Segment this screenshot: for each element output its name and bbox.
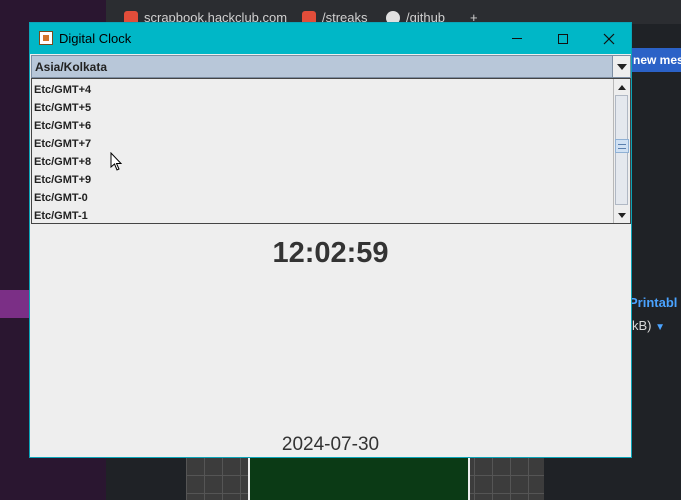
background-accent (0, 290, 30, 318)
timezone-combobox[interactable]: Asia/Kolkata (31, 55, 631, 78)
close-icon (603, 33, 615, 44)
timezone-option[interactable]: Etc/GMT+5 (32, 99, 614, 117)
timezone-option[interactable]: Etc/GMT+9 (32, 171, 614, 189)
scroll-down-button[interactable] (614, 207, 630, 223)
clock-time: 12:02:59 (272, 237, 389, 269)
maximize-button[interactable] (540, 23, 586, 54)
clock-date: 2024-07-30 (281, 434, 380, 455)
timezone-options: Etc/GMT+4 Etc/GMT+5 Etc/GMT+6 Etc/GMT+7 … (32, 79, 614, 223)
combobox-arrow-button[interactable] (612, 56, 630, 77)
scroll-up-button[interactable] (614, 79, 630, 95)
background-image-card (248, 457, 470, 500)
chevron-up-icon (618, 84, 626, 90)
timezone-dropdown-list: Etc/GMT+4 Etc/GMT+5 Etc/GMT+6 Etc/GMT+7 … (31, 78, 631, 224)
timezone-option[interactable]: Etc/GMT-0 (32, 189, 614, 207)
minimize-button[interactable] (494, 23, 540, 54)
background-link[interactable]: Printabl (629, 295, 677, 310)
digital-clock-window: Digital Clock Asia/Kolkata Etc/GMT+4 Etc… (29, 22, 632, 458)
chevron-down-icon (616, 63, 627, 70)
timezone-selected-value: Asia/Kolkata (35, 60, 108, 74)
close-button[interactable] (586, 23, 632, 54)
timezone-option[interactable]: Etc/GMT+7 (32, 135, 614, 153)
scrollbar-thumb[interactable] (615, 139, 629, 153)
window-title: Digital Clock (59, 31, 132, 46)
background-browser-tabs: scrapbook.hackclub.com /streaks /github … (106, 0, 681, 25)
maximize-icon (558, 33, 568, 44)
window-titlebar[interactable]: Digital Clock (30, 23, 631, 54)
timezone-option[interactable]: Etc/GMT-1 (32, 207, 614, 223)
timezone-option[interactable]: Etc/GMT+4 (32, 81, 614, 99)
mouse-cursor-icon (110, 152, 123, 171)
dropdown-scrollbar[interactable] (613, 79, 630, 223)
background-new-message-button[interactable]: new mes (632, 48, 681, 72)
minimize-icon (512, 38, 522, 39)
background-file-size: kB) ▼ (632, 318, 666, 333)
chevron-down-icon (618, 212, 626, 218)
java-cup-icon (39, 31, 53, 45)
timezone-option[interactable]: Etc/GMT+6 (32, 117, 614, 135)
caret-down-icon[interactable]: ▼ (655, 322, 665, 333)
